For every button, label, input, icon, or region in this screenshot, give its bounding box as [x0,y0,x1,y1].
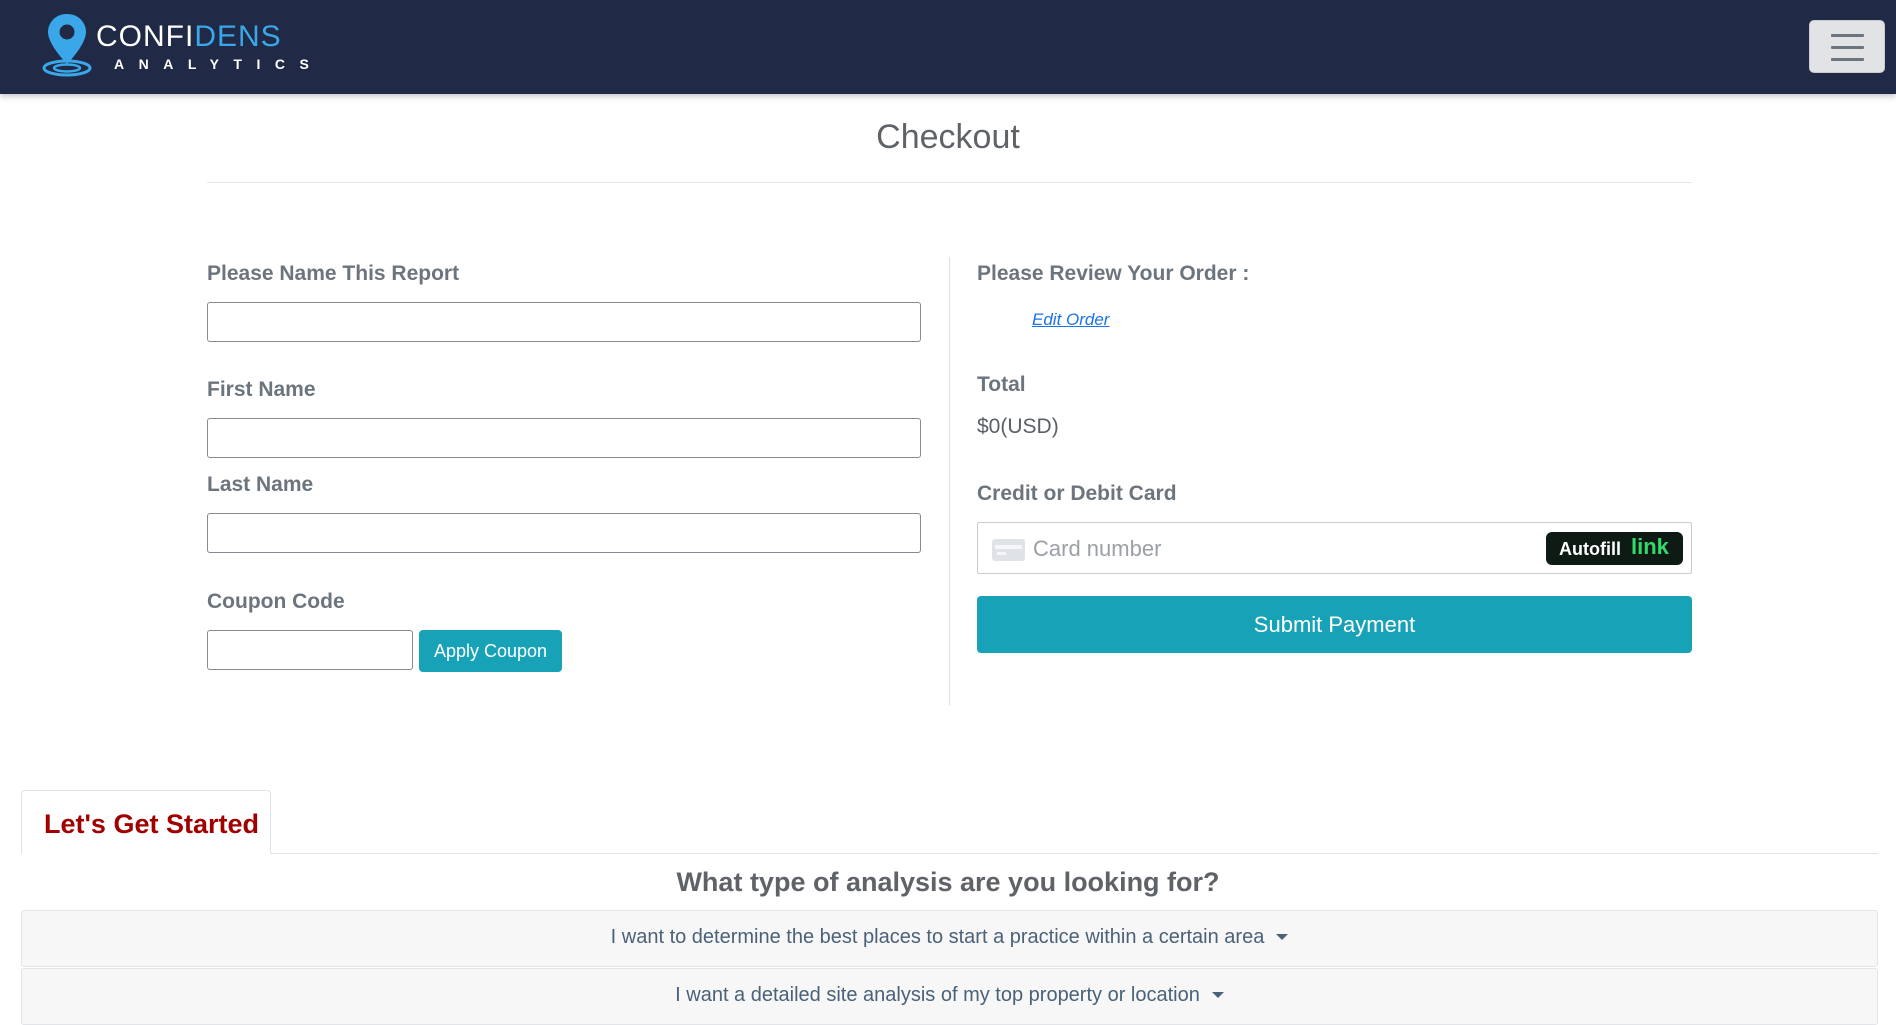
card-number-input[interactable] [1033,531,1513,567]
first-name-input[interactable] [207,418,921,458]
apply-coupon-button[interactable]: Apply Coupon [419,630,562,672]
hamburger-icon-line [1831,46,1864,49]
brand-name-part1: CONFI [96,20,195,53]
tab-label: Let's Get Started [44,809,259,839]
review-order-label: Please Review Your Order : [977,262,1250,285]
total-value: $0(USD) [977,415,1059,438]
caret-down-icon [1276,933,1289,940]
analysis-option-practice-location[interactable]: I want to determine the best places to s… [21,910,1878,967]
analysis-option-label: I want a detailed site analysis of my to… [675,984,1200,1006]
caret-down-icon [1211,991,1224,998]
link-logo: link [1631,534,1669,559]
last-name-input[interactable] [207,513,921,553]
analysis-option-site-analysis[interactable]: I want a detailed site analysis of my to… [21,968,1878,1025]
submit-payment-button[interactable]: Submit Payment [977,596,1692,653]
report-name-input[interactable] [207,302,921,342]
total-label: Total [977,373,1026,396]
brand-tagline: ANALYTICS [114,56,324,72]
page-title: Checkout [876,118,1020,156]
coupon-code-label: Coupon Code [207,590,345,613]
last-name-label: Last Name [207,473,314,496]
title-divider [207,182,1692,183]
card-label: Credit or Debit Card [977,482,1177,505]
analysis-question: What type of analysis are you looking fo… [676,867,1220,897]
menu-toggle-button[interactable] [1809,20,1885,73]
autofill-link-button[interactable]: Autofill link [1546,532,1683,565]
brand-logo[interactable]: CONFIDENS ANALYTICS [40,12,330,78]
tab-lets-get-started[interactable]: Let's Get Started [21,790,271,854]
autofill-label: Autofill [1559,539,1621,559]
brand-name: CONFIDENS [96,20,282,54]
tabs-divider [21,853,1878,854]
location-pin-icon [42,14,92,77]
analysis-option-label: I want to determine the best places to s… [610,926,1265,948]
edit-order-link[interactable]: Edit Order [1032,310,1109,330]
brand-name-part2: DENS [194,20,282,53]
report-name-label: Please Name This Report [207,262,460,285]
card-number-field[interactable]: Autofill link [977,522,1692,574]
hamburger-icon-line [1831,58,1864,61]
first-name-label: First Name [207,378,316,401]
credit-card-icon [992,539,1025,561]
coupon-code-input[interactable] [207,630,413,670]
top-navbar: CONFIDENS ANALYTICS [0,0,1896,94]
hamburger-icon-line [1831,34,1864,37]
column-divider [949,257,950,705]
